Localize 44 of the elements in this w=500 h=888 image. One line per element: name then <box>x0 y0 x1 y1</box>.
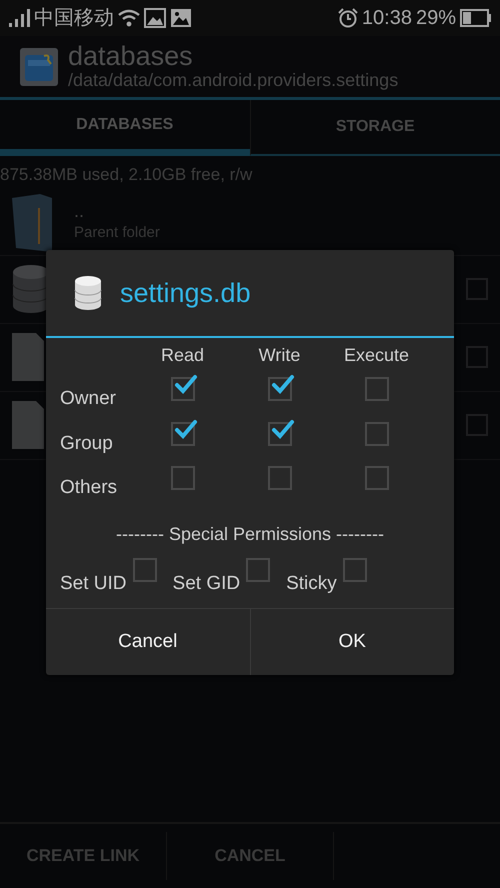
permission-checkbox[interactable] <box>342 558 367 582</box>
dialog-title: settings.db <box>120 276 251 310</box>
permission-checkbox[interactable] <box>364 422 388 446</box>
folder-icon <box>12 194 52 252</box>
dialog-button[interactable]: OK <box>250 609 454 675</box>
permission-label: Set GID <box>172 572 240 596</box>
battery-icon <box>460 9 492 27</box>
permission-checkbox[interactable] <box>268 422 292 446</box>
tab[interactable]: STORAGE <box>250 100 500 156</box>
alarm-icon <box>338 8 358 28</box>
row-label: Owner <box>60 387 117 411</box>
folder-title: databases <box>68 42 194 71</box>
database-icon <box>74 275 102 311</box>
dialog-button[interactable]: Cancel <box>46 609 250 675</box>
permission-checkbox[interactable] <box>364 377 388 401</box>
signal-icon <box>8 9 30 27</box>
permission-checkbox[interactable] <box>170 377 194 401</box>
image-icon <box>144 8 166 28</box>
column-header: Execute <box>342 344 410 367</box>
carrier-name: 中国移动 <box>34 6 114 31</box>
folder-path: /data/data/com.android.providers.settings <box>68 70 398 91</box>
permission-label: Set UID <box>60 572 127 596</box>
column-header: Read <box>160 344 206 367</box>
column-header: Write <box>258 344 302 367</box>
permission-checkbox[interactable] <box>170 466 194 490</box>
permission-checkbox[interactable] <box>132 558 157 582</box>
permission-checkbox[interactable] <box>364 466 388 490</box>
permission-checkbox[interactable] <box>268 466 292 490</box>
battery-percent: 29% <box>416 6 456 31</box>
status-time: 10:38 <box>362 6 412 31</box>
row-label: Others <box>60 476 118 500</box>
file-icon <box>12 333 44 381</box>
permission-label: Sticky <box>286 572 337 596</box>
wifi-icon <box>118 9 140 27</box>
permission-checkbox[interactable] <box>246 558 270 582</box>
tab[interactable]: DATABASES <box>0 100 250 156</box>
permission-checkbox[interactable] <box>170 422 194 446</box>
app-icon <box>20 48 58 86</box>
image-icon <box>170 8 192 28</box>
section-heading: -------- Special Permissions -------- <box>115 522 385 546</box>
file-name: .. <box>74 202 86 222</box>
permission-checkbox[interactable] <box>268 377 292 401</box>
file-icon <box>12 401 44 449</box>
row-label: Group <box>60 432 114 456</box>
